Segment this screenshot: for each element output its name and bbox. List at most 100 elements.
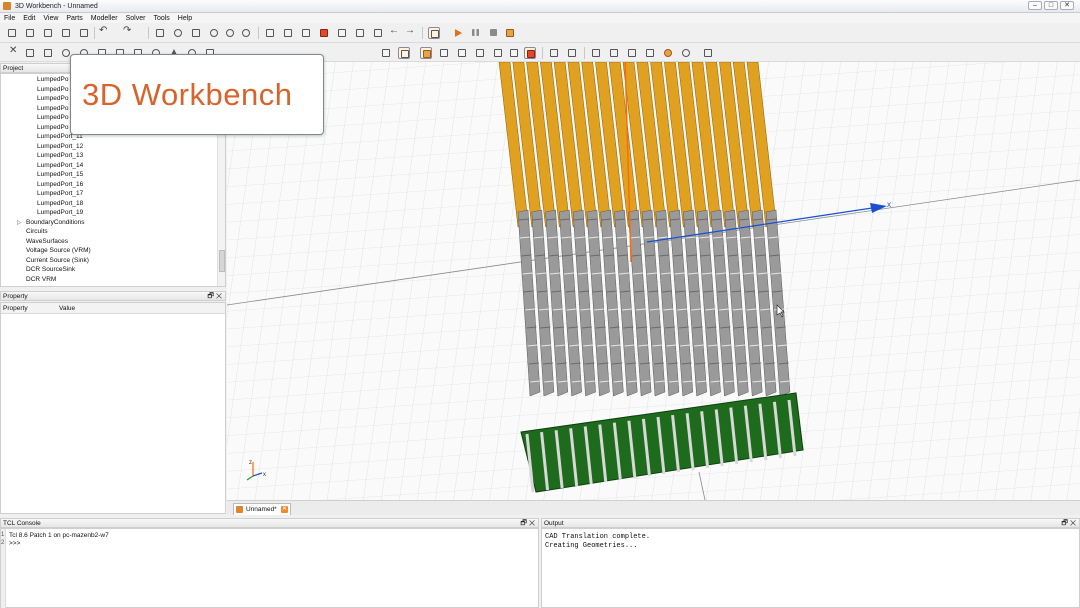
zoom-out-icon[interactable] [224, 27, 236, 39]
tree-item-lumpedport-15[interactable]: LumpedPort_15 [37, 171, 83, 178]
tree-item-wave-surfaces[interactable]: WaveSurfaces [26, 238, 68, 245]
maximize-button[interactable]: □ [1044, 1, 1058, 10]
tree-item-lumpedport-6[interactable]: LumpedPo [37, 86, 68, 93]
view-right-icon[interactable] [354, 27, 366, 39]
tree-item-lumpedport-5[interactable]: LumpedPo [37, 76, 68, 83]
tree-item-current-source[interactable]: Current Source (Sink) [26, 257, 89, 264]
fit-all-icon[interactable] [154, 27, 166, 39]
transparency-icon[interactable] [438, 47, 450, 59]
align-icon[interactable] [566, 47, 578, 59]
source-icon[interactable] [680, 47, 692, 59]
ruler-icon[interactable] [590, 47, 602, 59]
document-tab-close-icon[interactable]: ✕ [281, 506, 288, 513]
save-icon[interactable] [42, 27, 54, 39]
tree-item-lumpedport-14[interactable]: LumpedPort_14 [37, 162, 83, 169]
new-file-icon[interactable] [6, 27, 18, 39]
view-bottom-icon[interactable] [318, 27, 330, 39]
output-controls[interactable]: 🗗 ✕ [1061, 519, 1076, 528]
tree-item-boundary-conditions[interactable]: BoundaryConditions [26, 219, 85, 226]
view-front-icon[interactable] [264, 27, 276, 39]
tree-item-dcr-vrm[interactable]: DCR VRM [26, 276, 56, 283]
tree-item-lumpedport-17[interactable]: LumpedPort_17 [37, 190, 83, 197]
property-columns: Property Value [1, 303, 225, 314]
export-icon[interactable] [702, 47, 714, 59]
expand-arrow-icon[interactable]: ▷ [17, 219, 22, 226]
delete-icon[interactable] [524, 47, 536, 59]
forward-arrow-icon[interactable]: → [404, 26, 416, 39]
solver-settings-icon[interactable] [504, 27, 516, 39]
minimize-button[interactable]: – [1028, 1, 1042, 10]
layer-icon[interactable] [644, 47, 656, 59]
view-top-icon[interactable] [300, 27, 312, 39]
zoom-window-icon[interactable] [240, 27, 252, 39]
console-line: Tcl 8.6 Patch 1 on pc-mazenb2-w7 [9, 532, 109, 539]
document-icon [236, 506, 243, 513]
tree-item-lumpedport-10[interactable]: LumpedPo [37, 124, 68, 131]
rectangle-tool-icon[interactable] [24, 47, 36, 59]
redo-icon[interactable]: ↷ [122, 26, 134, 39]
menu-bar: File Edit View Parts Modeller Solver Too… [0, 13, 1080, 23]
property-panel: Property Value [0, 302, 226, 514]
print-icon[interactable] [78, 27, 90, 39]
triad-z-label: z [249, 460, 252, 466]
menu-help[interactable]: Help [174, 15, 196, 22]
tree-item-lumpedport-18[interactable]: LumpedPort_18 [37, 200, 83, 207]
run-simulation-icon[interactable] [452, 27, 464, 39]
back-arrow-icon[interactable]: ← [388, 26, 400, 39]
menu-modeller[interactable]: Modeller [87, 15, 122, 22]
view-iso-icon[interactable] [372, 27, 384, 39]
menu-tools[interactable]: Tools [149, 15, 173, 22]
split-icon[interactable] [508, 47, 520, 59]
tree-item-lumpedport-19[interactable]: LumpedPort_19 [37, 209, 83, 216]
boolean-union-icon[interactable] [456, 47, 468, 59]
save-as-icon[interactable] [60, 27, 72, 39]
edit-mode-icon[interactable] [398, 47, 410, 59]
stop-simulation-icon[interactable] [488, 27, 500, 39]
view-left-icon[interactable] [336, 27, 348, 39]
close-button[interactable]: ✕ [1060, 1, 1074, 10]
pause-simulation-icon[interactable] [470, 27, 482, 39]
tree-item-lumpedport-8[interactable]: LumpedPo [37, 105, 68, 112]
viewport-canvas[interactable]: x z x [227, 62, 1080, 500]
document-tab-unnamed[interactable]: Unnamed* ✕ [233, 503, 291, 515]
tree-item-lumpedport-12[interactable]: LumpedPort_12 [37, 143, 83, 150]
open-file-icon[interactable] [24, 27, 36, 39]
wireframe-icon[interactable] [380, 47, 392, 59]
menu-edit[interactable]: Edit [19, 15, 39, 22]
measure-icon[interactable] [548, 47, 560, 59]
window-controls: – □ ✕ [1028, 1, 1074, 10]
tree-item-dcr-source-sink[interactable]: DCR SourceSink [26, 266, 75, 273]
menu-view[interactable]: View [39, 15, 62, 22]
boolean-subtract-icon[interactable] [474, 47, 486, 59]
shade-mode-icon[interactable] [420, 47, 432, 59]
menu-parts[interactable]: Parts [62, 15, 86, 22]
tree-item-voltage-source[interactable]: Voltage Source (VRM) [26, 247, 91, 254]
undo-icon[interactable]: ↶ [98, 26, 110, 39]
triad-x-label: x [263, 472, 266, 478]
tree-item-circuits[interactable]: Circuits [26, 228, 48, 235]
port-icon[interactable] [662, 47, 674, 59]
select-mode-icon[interactable] [428, 27, 440, 39]
rotate-icon[interactable] [172, 27, 184, 39]
cursor-tool-icon[interactable]: ✕ [8, 46, 20, 59]
menu-solver[interactable]: Solver [122, 15, 150, 22]
menu-file[interactable]: File [0, 15, 19, 22]
tree-item-lumpedport-9[interactable]: LumpedPo [37, 114, 68, 121]
tree-item-lumpedport-16[interactable]: LumpedPort_16 [37, 181, 83, 188]
zoom-in-icon[interactable] [208, 27, 220, 39]
property-panel-header: Property 🗗 ✕ [0, 291, 226, 301]
project-scroll-thumb[interactable] [219, 250, 225, 272]
property-panel-controls[interactable]: 🗗 ✕ [207, 292, 222, 301]
mesh-icon[interactable] [608, 47, 620, 59]
boolean-intersect-icon[interactable] [492, 47, 504, 59]
tcl-console[interactable]: 1 2 Tcl 8.6 Patch 1 on pc-mazenb2-w7 >>> [0, 528, 539, 608]
tree-item-lumpedport-13[interactable]: LumpedPort_13 [37, 152, 83, 159]
pan-hand-icon[interactable] [190, 27, 202, 39]
console-prompt[interactable]: >>> [9, 540, 20, 547]
probe-icon[interactable] [626, 47, 638, 59]
tcl-console-controls[interactable]: 🗗 ✕ [520, 519, 535, 528]
view-back-icon[interactable] [282, 27, 294, 39]
polygon-tool-icon[interactable] [42, 47, 54, 59]
tree-item-lumpedport-7[interactable]: LumpedPo [37, 95, 68, 102]
3d-viewport[interactable]: x z x [227, 62, 1080, 500]
